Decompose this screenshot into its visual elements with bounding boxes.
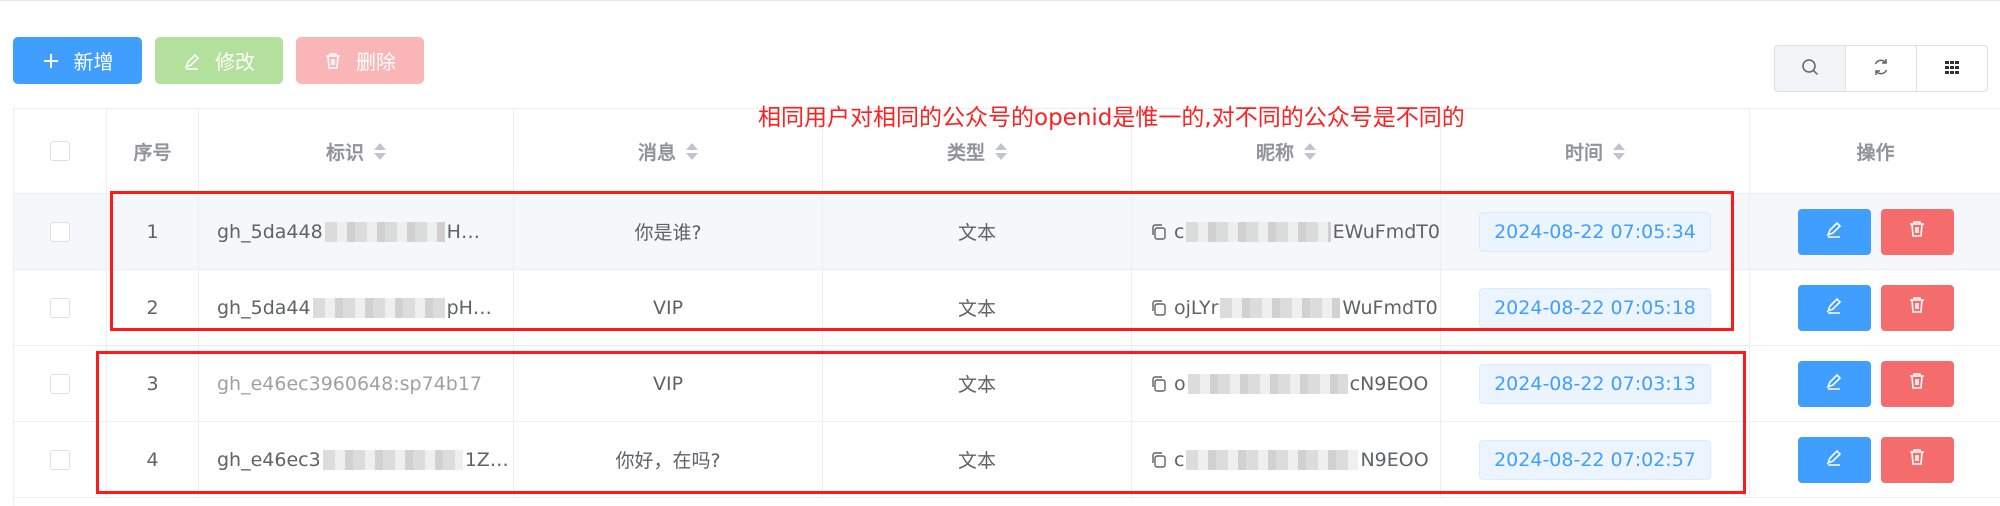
- top-divider: [0, 0, 2000, 1]
- trash-icon: [1908, 296, 1926, 319]
- header-select-cell: [14, 109, 107, 193]
- grid-icon: [1943, 58, 1961, 80]
- select-cell: [14, 270, 107, 345]
- plus-icon: [42, 52, 60, 70]
- table-tools: [1774, 45, 1988, 92]
- sort-icon[interactable]: [995, 142, 1007, 160]
- row-edit-button[interactable]: [1797, 208, 1871, 255]
- row-checkbox[interactable]: [50, 449, 70, 470]
- row-checkbox[interactable]: [50, 297, 70, 318]
- header-identifier[interactable]: 标识: [199, 109, 514, 193]
- edit-icon: [1825, 296, 1843, 319]
- trash-icon: [1908, 448, 1926, 471]
- search-toggle-button[interactable]: [1774, 45, 1846, 92]
- sort-icon[interactable]: [374, 142, 386, 160]
- row-checkbox[interactable]: [50, 373, 70, 394]
- sort-icon[interactable]: [1304, 142, 1316, 160]
- edit-button-label: 修改: [215, 50, 255, 74]
- actions-cell: [1750, 422, 2000, 497]
- header-actions-label: 操作: [1856, 141, 1895, 164]
- header-time[interactable]: 时间: [1441, 109, 1750, 193]
- row-delete-button[interactable]: [1880, 208, 1954, 255]
- row-checkbox[interactable]: [50, 221, 70, 242]
- header-identifier-label: 标识: [325, 141, 364, 164]
- edit-icon: [1825, 448, 1843, 471]
- header-nickname-label: 昵称: [1255, 141, 1294, 164]
- header-message-label: 消息: [637, 141, 676, 164]
- edit-icon: [183, 52, 201, 70]
- trash-icon: [1908, 372, 1926, 395]
- refresh-button[interactable]: [1845, 45, 1917, 92]
- header-index: 序号: [107, 109, 199, 193]
- select-cell: [14, 346, 107, 421]
- add-button[interactable]: 新增: [13, 37, 142, 84]
- row-delete-button[interactable]: [1880, 436, 1954, 483]
- header-type-label: 类型: [946, 141, 985, 164]
- annotation-box-bottom: [96, 351, 1746, 494]
- actions-cell: [1750, 270, 2000, 345]
- row-edit-button[interactable]: [1797, 436, 1871, 483]
- select-cell: [14, 194, 107, 269]
- edit-icon: [1825, 220, 1843, 243]
- actions-cell: [1750, 346, 2000, 421]
- select-cell: [14, 422, 107, 497]
- header-index-label: 序号: [133, 141, 172, 164]
- row-delete-button[interactable]: [1880, 360, 1954, 407]
- search-icon: [1800, 57, 1820, 81]
- row-edit-button[interactable]: [1797, 284, 1871, 331]
- sort-icon[interactable]: [1613, 142, 1625, 160]
- trash-icon: [324, 52, 342, 70]
- header-time-label: 时间: [1564, 141, 1603, 164]
- row-delete-button[interactable]: [1880, 284, 1954, 331]
- add-button-label: 新增: [73, 50, 114, 74]
- annotation-text: 相同用户对相同的公众号的openid是惟一的,对不同的公众号是不同的: [758, 105, 1465, 131]
- trash-icon: [1908, 220, 1926, 243]
- refresh-icon: [1871, 57, 1891, 81]
- header-actions: 操作: [1750, 109, 2000, 193]
- delete-button-label: 删除: [356, 50, 396, 74]
- sort-icon[interactable]: [686, 142, 698, 160]
- annotation-box-top: [110, 191, 1734, 331]
- delete-button[interactable]: 删除: [296, 37, 424, 84]
- edit-button[interactable]: 修改: [155, 37, 283, 84]
- actions-cell: [1750, 194, 2000, 269]
- row-edit-button[interactable]: [1797, 360, 1871, 407]
- select-all-checkbox[interactable]: [50, 141, 70, 161]
- columns-button[interactable]: [1916, 45, 1988, 92]
- edit-icon: [1825, 372, 1843, 395]
